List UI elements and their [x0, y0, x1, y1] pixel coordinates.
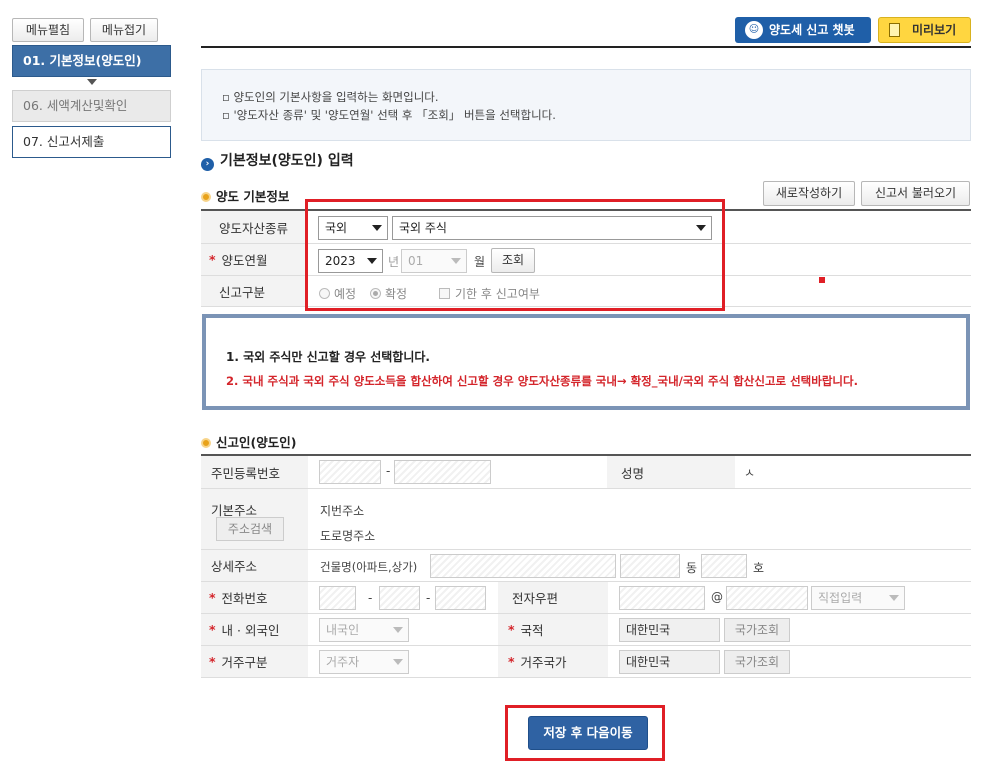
chatbot-icon: ☺ — [745, 21, 763, 39]
residency-label: * 거주구분 — [201, 646, 308, 677]
address-row: 기본주소 주소검색 지번주소 도로명주소 — [201, 489, 971, 550]
nationality-type-select[interactable]: 내국인 — [319, 618, 409, 642]
step-arrow-icon — [87, 79, 97, 85]
address-search-button[interactable]: 주소검색 — [216, 517, 284, 541]
required-icon: * — [209, 590, 216, 605]
guide-box: ▫ 양도인의 기본사항을 입력하는 화면입니다. ▫ '양도자산 종류' 및 '… — [201, 69, 971, 141]
dong-label: 동 — [686, 561, 698, 575]
page-title-text: 기본정보(양도인) 입력 — [220, 153, 354, 169]
save-next-button[interactable]: 저장 후 다음이동 — [528, 716, 648, 750]
bullet-icon — [201, 438, 211, 448]
chatbot-label: 양도세 신고 챗봇 — [769, 23, 855, 37]
guide-line-2: ▫ '양도자산 종류' 및 '양도연월' 선택 후 「조회」 버튼을 선택합니다… — [222, 108, 556, 122]
phone-dash-1: - — [368, 591, 373, 605]
phone-label-text: 전화번호 — [221, 591, 268, 606]
menu-collapse-button[interactable]: 메뉴접기 — [90, 18, 158, 42]
load-report-button[interactable]: 신고서 불러오기 — [861, 181, 970, 206]
transfer-month-label-text: 양도연월 — [221, 253, 268, 268]
name-label: 성명 — [607, 456, 735, 488]
email-domain-value: 직접입력 — [818, 591, 863, 605]
notice-box: 1. 국외 주식만 신고할 경우 선택합니다. 2. 국내 주식과 국외 주식 … — [202, 314, 970, 410]
sidebar-item-tax-calc[interactable]: 06. 세액계산및확인 — [12, 90, 171, 122]
notice-line-1: 1. 국외 주식만 신고할 경우 선택합니다. — [226, 350, 430, 364]
chevron-down-icon — [393, 659, 403, 665]
chatbot-button[interactable]: ☺ 양도세 신고 챗봇 — [735, 17, 871, 43]
required-icon: * — [209, 622, 216, 637]
required-icon: * — [209, 252, 216, 267]
country-lookup-button[interactable]: 국가조회 — [724, 618, 790, 642]
rrn-second-input[interactable] — [394, 460, 491, 484]
preview-label: 미리보기 — [912, 23, 957, 37]
residence-country-input[interactable]: 대한민국 — [619, 650, 720, 674]
sidebar-item-basic-info[interactable]: 01. 기본정보(양도인) — [12, 45, 171, 77]
chevron-down-icon — [889, 595, 899, 601]
rrn-row: 주민등록번호 - 성명 ㅅ — [201, 456, 971, 489]
report-type-label: 신고구분 — [201, 276, 308, 306]
residency-value: 거주자 — [326, 655, 360, 669]
document-icon — [889, 23, 900, 37]
nationality-type-label: * 내 · 외국인 — [201, 614, 308, 645]
email-id-input[interactable] — [619, 586, 705, 610]
detail-address-label: 상세주소 — [201, 550, 308, 581]
reporter-section-title-text: 신고인(양도인) — [216, 435, 297, 450]
notice-line-2: 2. 국내 주식과 국외 주식 양도소득을 합산하여 신고할 경우 양도자산종류… — [226, 374, 858, 388]
building-input[interactable] — [430, 554, 616, 578]
transfer-section-title: 양도 기본정보 — [201, 186, 289, 205]
residency-label-text: 거주구분 — [221, 655, 268, 670]
email-domain-input[interactable] — [726, 586, 808, 610]
rrn-dash: - — [386, 464, 391, 478]
required-icon: * — [508, 654, 515, 669]
phone-mid-input[interactable] — [379, 586, 420, 610]
ho-label: 호 — [753, 561, 765, 575]
phone-dash-2: - — [426, 591, 431, 605]
nationality-label-text: 국적 — [520, 623, 544, 638]
new-write-button[interactable]: 새로작성하기 — [763, 181, 855, 206]
email-at: @ — [711, 590, 723, 604]
residence-country-label-text: 거주국가 — [520, 655, 567, 670]
residency-select[interactable]: 거주자 — [319, 650, 409, 674]
ho-input[interactable] — [701, 554, 747, 578]
nationality-type-value: 내국인 — [326, 623, 360, 637]
page-title: › 기본정보(양도인) 입력 — [201, 150, 354, 171]
guide-line-1: ▫ 양도인의 기본사항을 입력하는 화면입니다. — [222, 90, 439, 104]
top-divider — [201, 46, 971, 48]
nationality-type-label-text: 내 · 외국인 — [221, 623, 280, 638]
residence-country-label: * 거주국가 — [498, 646, 608, 677]
email-domain-select[interactable]: 직접입력 — [811, 586, 905, 610]
marker-dot — [819, 277, 825, 283]
phone-row: * 전화번호 - - 전자우편 @ 직접입력 — [201, 582, 971, 614]
email-label: 전자우편 — [498, 582, 608, 613]
nationality-label: * 국적 — [498, 614, 608, 645]
residency-row: * 거주구분 거주자 * 거주국가 대한민국 국가조회 — [201, 646, 971, 678]
reporter-section-title: 신고인(양도인) — [201, 432, 296, 451]
building-label: 건물명(아파트,상가) — [320, 560, 418, 574]
bullet-icon — [201, 192, 211, 202]
arrow-right-icon: › — [201, 158, 214, 171]
phone-label: * 전화번호 — [201, 582, 308, 613]
nationality-input[interactable]: 대한민국 — [619, 618, 720, 642]
reporter-table: 주민등록번호 - 성명 ㅅ 기본주소 주소검색 지번주소 도로명주소 상세주소 … — [201, 454, 971, 678]
lot-address-label: 지번주소 — [320, 504, 365, 518]
transfer-month-label: * 양도연월 — [201, 244, 308, 275]
highlight-frame — [305, 199, 725, 311]
nationality-row: * 내 · 외국인 내국인 * 국적 대한민국 국가조회 — [201, 614, 971, 646]
dong-input[interactable] — [620, 554, 680, 578]
phone-area-input[interactable] — [319, 586, 356, 610]
rrn-first-input[interactable] — [319, 460, 381, 484]
residence-country-lookup-button[interactable]: 국가조회 — [724, 650, 790, 674]
asset-type-label: 양도자산종류 — [201, 211, 308, 243]
required-icon: * — [209, 654, 216, 669]
required-icon: * — [508, 622, 515, 637]
menu-expand-button[interactable]: 메뉴펼침 — [12, 18, 84, 42]
preview-button[interactable]: 미리보기 — [878, 17, 971, 43]
name-value: ㅅ — [744, 466, 756, 480]
sidebar-item-submit[interactable]: 07. 신고서제출 — [12, 126, 171, 158]
transfer-section-title-text: 양도 기본정보 — [216, 189, 290, 204]
rrn-label: 주민등록번호 — [201, 456, 308, 488]
detail-address-row: 상세주소 건물명(아파트,상가) 동 호 — [201, 550, 971, 582]
phone-last-input[interactable] — [435, 586, 486, 610]
chevron-down-icon — [393, 627, 403, 633]
road-address-label: 도로명주소 — [320, 529, 376, 543]
